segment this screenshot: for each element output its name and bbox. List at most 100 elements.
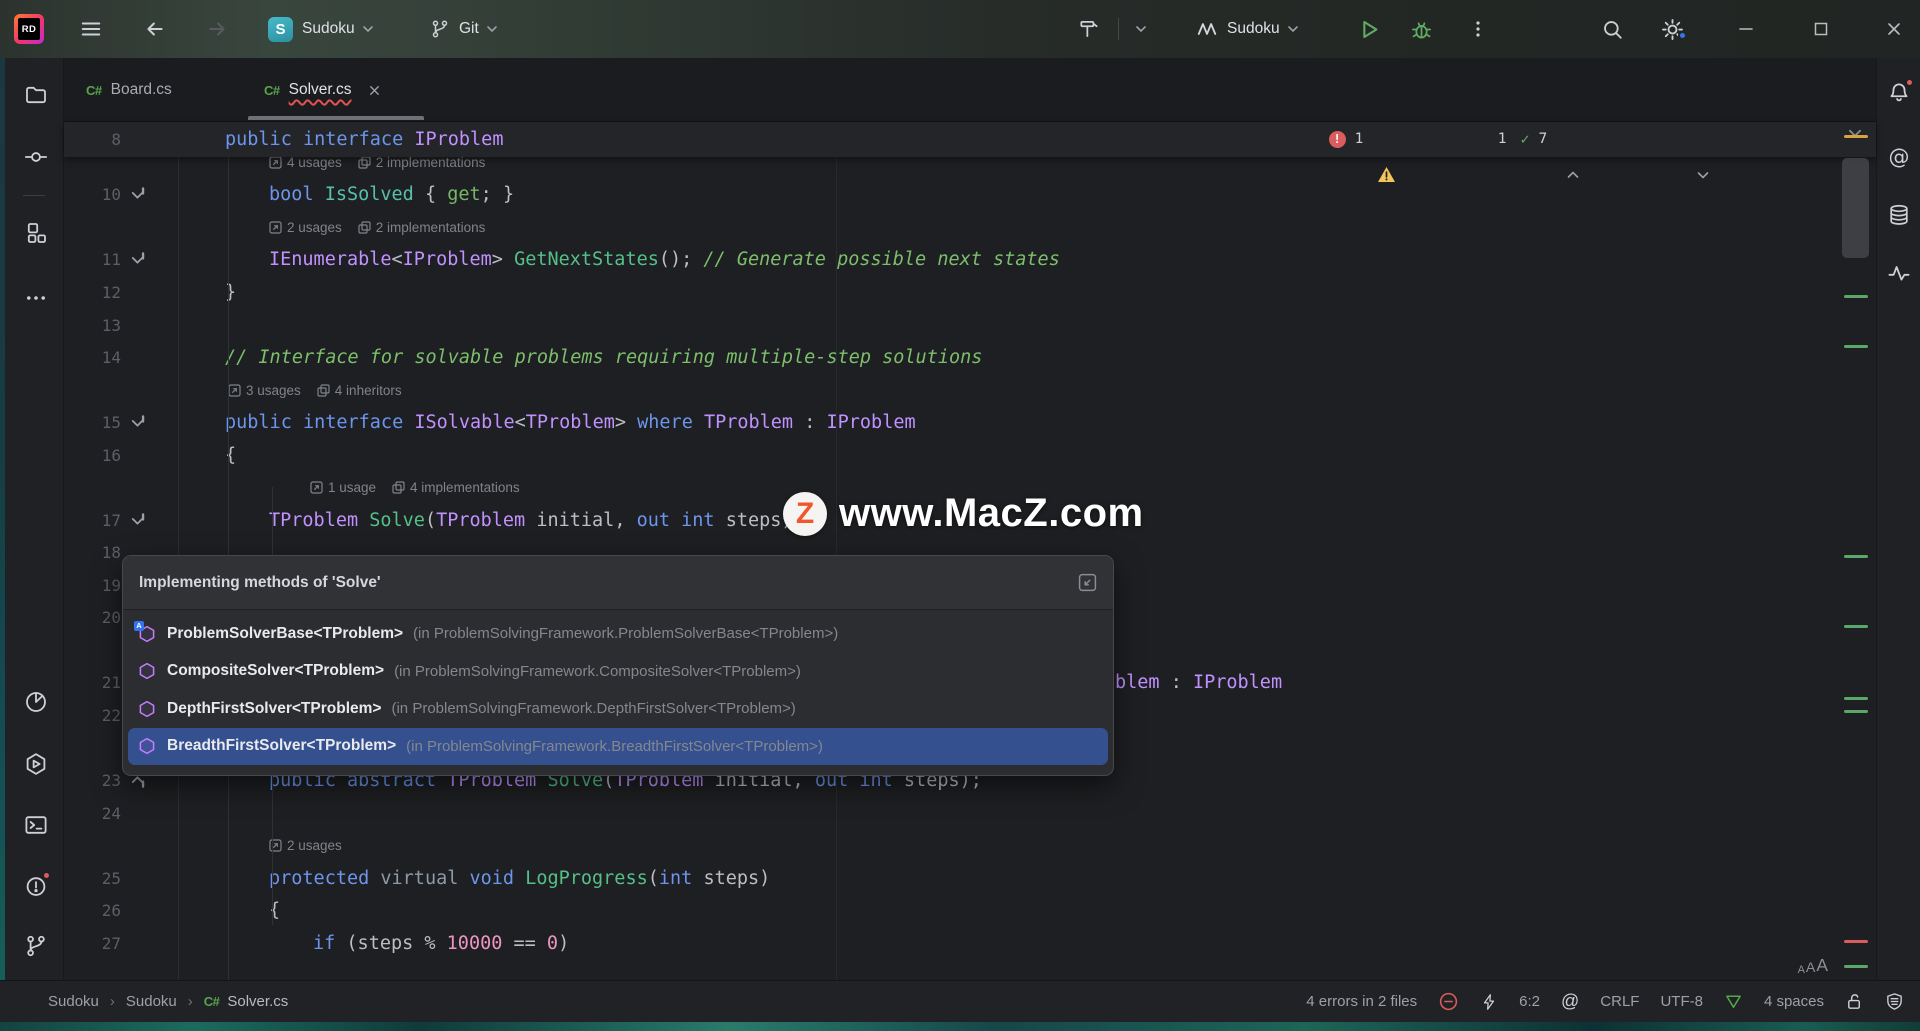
breadcrumb-item[interactable]: Sudoku bbox=[48, 993, 99, 1010]
code-editor[interactable]: 4 usages2 implementations10bool IsSolved… bbox=[64, 122, 1876, 980]
implemented-marker-icon[interactable] bbox=[128, 250, 148, 269]
rail-button-ai-assistant[interactable]: @ bbox=[1884, 142, 1914, 172]
stripe-mark[interactable] bbox=[1844, 697, 1868, 700]
power-save-icon[interactable] bbox=[1438, 991, 1459, 1012]
code-line[interactable]: 10bool IsSolved { get; } bbox=[64, 178, 1876, 211]
tab-board[interactable]: C# Board.cs bbox=[86, 58, 172, 122]
back-button[interactable] bbox=[144, 0, 166, 58]
rail-button-monitoring[interactable] bbox=[1884, 258, 1914, 288]
rider-logo[interactable]: RD bbox=[14, 0, 44, 58]
stripe-chevron-down-icon[interactable] bbox=[1846, 124, 1864, 142]
inlay-hint[interactable]: 4 inheritors bbox=[317, 374, 402, 407]
close-window-button[interactable] bbox=[1884, 0, 1904, 58]
inlay-hints[interactable]: 1 usage 4 implementations bbox=[310, 471, 520, 504]
stripe-mark[interactable] bbox=[1844, 135, 1868, 138]
inlay-hints[interactable]: 2 usages bbox=[269, 829, 342, 862]
breadcrumb-file[interactable]: Solver.cs bbox=[227, 993, 288, 1010]
inspection-triangle-icon[interactable] bbox=[1724, 992, 1743, 1011]
inspection-widget[interactable]: ! 1 1 ✓ 7 bbox=[1329, 122, 1806, 157]
highlighting-level-widget[interactable]: AAA bbox=[1798, 955, 1828, 976]
next-problem-chevron-icon[interactable] bbox=[1695, 97, 1806, 183]
inlay-hint-line: 2 usages bbox=[64, 829, 1876, 862]
stripe-mark[interactable] bbox=[1844, 345, 1868, 348]
tab-close-icon[interactable] bbox=[368, 84, 381, 97]
rail-button-more-tools[interactable] bbox=[21, 283, 51, 313]
implemented-marker-icon[interactable] bbox=[128, 413, 148, 432]
implemented-marker-icon[interactable] bbox=[128, 185, 148, 204]
stripe-mark[interactable] bbox=[1844, 710, 1868, 713]
inlay-hint[interactable]: 3 usages bbox=[228, 374, 301, 407]
code-line[interactable]: 13 bbox=[64, 309, 1876, 342]
code-line[interactable]: 26{ bbox=[64, 894, 1876, 927]
maximize-button[interactable] bbox=[1811, 0, 1831, 58]
rail-button-project-folder[interactable] bbox=[21, 80, 51, 110]
indent-setting[interactable]: 4 spaces bbox=[1764, 993, 1824, 1010]
rail-button-structure[interactable] bbox=[21, 218, 51, 248]
tab-solver[interactable]: C# Solver.cs bbox=[264, 58, 381, 122]
shield-icon[interactable] bbox=[1885, 992, 1904, 1011]
inlay-hint[interactable]: 2 usages bbox=[269, 829, 342, 862]
scrollbar-thumb[interactable] bbox=[1842, 158, 1869, 258]
vcs-widget[interactable]: Git bbox=[430, 0, 499, 58]
popup-item[interactable]: DepthFirstSolver<TProblem>(in ProblemSol… bbox=[128, 690, 1108, 728]
inlay-hint[interactable]: 1 usage bbox=[310, 471, 376, 504]
inlay-hint[interactable]: 2 usages bbox=[269, 211, 342, 244]
project-widget[interactable]: S Sudoku bbox=[268, 0, 375, 58]
lightning-icon[interactable] bbox=[1480, 993, 1498, 1011]
stripe-mark[interactable] bbox=[1844, 965, 1868, 968]
build-options-button[interactable] bbox=[1134, 0, 1148, 58]
minimize-button[interactable] bbox=[1736, 0, 1756, 58]
caret-position[interactable]: 6:2 bbox=[1519, 993, 1540, 1010]
rail-button-notifications[interactable] bbox=[1884, 78, 1914, 108]
stripe-mark[interactable] bbox=[1844, 940, 1868, 943]
rail-button-terminal[interactable] bbox=[21, 810, 51, 840]
line-ending[interactable]: CRLF bbox=[1600, 993, 1639, 1010]
code-line[interactable]: 24 bbox=[64, 797, 1876, 830]
inlay-hint[interactable]: 4 implementations bbox=[392, 471, 520, 504]
debug-button[interactable] bbox=[1410, 0, 1433, 58]
inlay-hints[interactable]: 3 usages 4 inheritors bbox=[228, 374, 402, 407]
rail-button-services[interactable] bbox=[21, 749, 51, 779]
encoding[interactable]: UTF-8 bbox=[1660, 993, 1703, 1010]
code-line[interactable]: 14// Interface for solvable problems req… bbox=[64, 341, 1876, 374]
rail-button-problems[interactable] bbox=[21, 871, 51, 901]
ai-status-icon[interactable]: @ bbox=[1561, 991, 1579, 1012]
vcs-label: Git bbox=[459, 20, 479, 38]
code-line[interactable]: 25protected virtual void LogProgress(int… bbox=[64, 862, 1876, 895]
search-everywhere-button[interactable] bbox=[1601, 0, 1624, 58]
rail-button-profiler[interactable] bbox=[21, 687, 51, 717]
sticky-header-line[interactable]: 8 public interface IProblem ! 1 1 ✓ 7 bbox=[64, 122, 1876, 157]
main-menu-button[interactable] bbox=[80, 0, 102, 58]
lock-open-icon[interactable] bbox=[1845, 992, 1864, 1011]
rail-button-database[interactable] bbox=[1884, 200, 1914, 230]
rail-button-commit[interactable] bbox=[21, 142, 51, 172]
popup-item[interactable]: BreadthFirstSolver<TProblem>(in ProblemS… bbox=[128, 728, 1108, 766]
stripe-mark[interactable] bbox=[1844, 555, 1868, 558]
code-line[interactable]: 15public interface ISolvable<TProblem> w… bbox=[64, 406, 1876, 439]
settings-button[interactable] bbox=[1660, 0, 1685, 58]
build-button[interactable] bbox=[1078, 0, 1100, 58]
error-stripe[interactable] bbox=[1836, 122, 1876, 980]
run-config-widget[interactable]: Sudoku bbox=[1196, 0, 1300, 58]
forward-button[interactable] bbox=[206, 0, 228, 58]
stripe-mark[interactable] bbox=[1844, 625, 1868, 628]
implemented-marker-icon[interactable] bbox=[128, 511, 148, 530]
open-as-toolwindow-icon[interactable] bbox=[1078, 573, 1097, 592]
inlay-hint[interactable]: 2 implementations bbox=[358, 211, 486, 244]
prev-problem-chevron-icon[interactable] bbox=[1565, 97, 1676, 183]
popup-item[interactable]: AProblemSolverBase<TProblem>(in ProblemS… bbox=[128, 615, 1108, 653]
code-line[interactable]: 12} bbox=[64, 276, 1876, 309]
rail-button-branch[interactable] bbox=[21, 931, 51, 961]
inlay-hints[interactable]: 2 usages 2 implementations bbox=[269, 211, 485, 244]
breadcrumb-item[interactable]: Sudoku bbox=[126, 993, 177, 1010]
code-line[interactable]: 11IEnumerable<IProblem> GetNextStates();… bbox=[64, 243, 1876, 276]
run-button[interactable] bbox=[1358, 0, 1381, 58]
popup-item[interactable]: CompositeSolver<TProblem>(in ProblemSolv… bbox=[128, 653, 1108, 691]
error-summary[interactable]: 4 errors in 2 files bbox=[1306, 993, 1417, 1010]
code-line[interactable]: 27if (steps % 10000 == 0) bbox=[64, 927, 1876, 960]
more-actions-button[interactable] bbox=[1468, 0, 1488, 58]
implementations-popup[interactable]: Implementing methods of 'Solve' AProblem… bbox=[122, 555, 1114, 776]
stripe-mark[interactable] bbox=[1844, 295, 1868, 298]
code-text: protected virtual void LogProgress(int s… bbox=[269, 862, 770, 895]
code-line[interactable]: 16{ bbox=[64, 439, 1876, 472]
